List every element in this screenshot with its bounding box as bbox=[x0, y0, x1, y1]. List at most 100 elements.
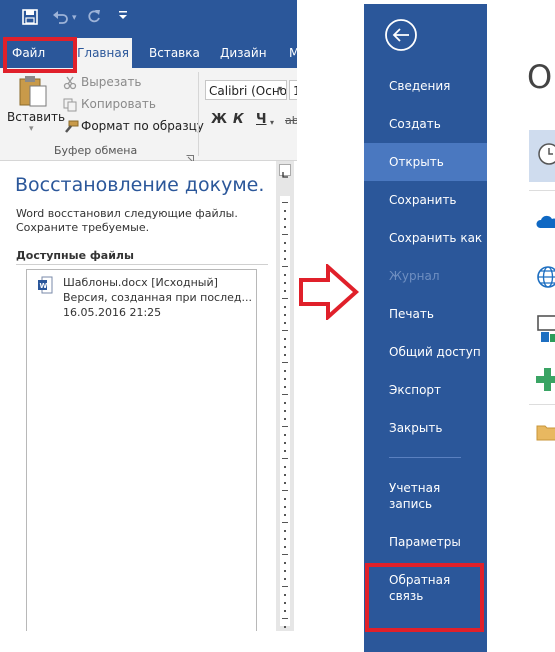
ruler-tick bbox=[282, 202, 288, 203]
ruler-tick bbox=[284, 210, 286, 212]
menu-item-label-line1: Учетная bbox=[389, 481, 441, 495]
paste-icon[interactable] bbox=[18, 74, 48, 112]
backstage-menu bbox=[364, 4, 487, 652]
menu-item-open[interactable]: Открыть bbox=[364, 143, 487, 181]
available-files-label: Доступные файлы bbox=[16, 249, 134, 262]
menu-item-history: Журнал bbox=[364, 268, 487, 288]
menu-item-export[interactable]: Экспорт bbox=[364, 382, 487, 402]
ruler-tick bbox=[282, 618, 288, 619]
ruler-tick bbox=[282, 586, 288, 587]
menu-divider bbox=[389, 457, 461, 458]
menu-item-label: Журнал bbox=[389, 269, 440, 283]
ruler-tick bbox=[284, 306, 286, 308]
word-document-icon: W bbox=[37, 276, 53, 298]
ruler-tick bbox=[284, 258, 286, 260]
tab-more[interactable]: М bbox=[289, 38, 297, 68]
ruler-tick bbox=[284, 570, 286, 572]
menu-item-close[interactable]: Закрыть bbox=[364, 420, 487, 440]
underline-dropdown-icon[interactable]: ▾ bbox=[270, 118, 274, 127]
recovered-files-list[interactable] bbox=[26, 269, 257, 631]
ruler-tick bbox=[284, 402, 286, 404]
ruler-tick bbox=[284, 290, 286, 292]
tab-design[interactable]: Дизайн bbox=[220, 38, 270, 68]
recovery-description-line2: Сохраните требуемые. bbox=[16, 221, 150, 234]
ruler-tick bbox=[284, 466, 286, 468]
ruler-tick bbox=[282, 426, 288, 427]
ruler-tick bbox=[284, 370, 286, 372]
ruler-tick bbox=[282, 490, 288, 491]
ruler-tick bbox=[284, 506, 286, 508]
ruler-tick bbox=[282, 458, 288, 459]
chevron-down-icon[interactable]: ▾ bbox=[72, 13, 77, 23]
tab-selector-icon[interactable] bbox=[279, 164, 291, 178]
bold-button[interactable]: Ж bbox=[211, 112, 227, 127]
available-files-divider bbox=[16, 264, 268, 265]
menu-item-save-as[interactable]: Сохранить как bbox=[364, 230, 487, 250]
ruler-tick bbox=[284, 274, 286, 276]
copy-button[interactable]: Копировать bbox=[81, 97, 156, 111]
format-painter-button[interactable]: Формат по образцу bbox=[81, 119, 204, 133]
menu-item-label: Экспорт bbox=[389, 383, 442, 397]
paste-dropdown-icon[interactable]: ▾ bbox=[29, 124, 34, 134]
menu-item-info[interactable]: Сведения bbox=[364, 78, 487, 98]
ruler-tick bbox=[284, 418, 286, 420]
ruler-tick bbox=[284, 546, 286, 548]
ruler-tick bbox=[284, 626, 286, 628]
ruler-tick bbox=[284, 602, 286, 604]
menu-item-print[interactable]: Печать bbox=[364, 306, 487, 326]
ruler-tick bbox=[284, 562, 286, 564]
customize-toolbar-icon[interactable] bbox=[118, 9, 128, 24]
folder-icon[interactable] bbox=[536, 422, 555, 446]
ruler-tick bbox=[284, 386, 286, 388]
menu-item-label: Создать bbox=[389, 117, 441, 131]
tab-home[interactable]: Главная bbox=[74, 38, 132, 68]
paste-button-label[interactable]: Вставить bbox=[7, 110, 65, 124]
menu-item-save[interactable]: Сохранить bbox=[364, 192, 487, 212]
redo-icon[interactable] bbox=[86, 8, 102, 28]
ruler-tick bbox=[282, 362, 288, 363]
strikethrough-button[interactable]: abc bbox=[285, 114, 297, 127]
arrow-right-icon bbox=[299, 264, 360, 320]
ruler-tick bbox=[284, 530, 286, 532]
onedrive-cloud-icon[interactable] bbox=[536, 212, 555, 234]
ruler-tick bbox=[282, 554, 288, 555]
ruler-tick bbox=[282, 298, 288, 299]
undo-icon[interactable] bbox=[52, 9, 70, 29]
back-arrow-icon[interactable] bbox=[384, 18, 418, 52]
add-place-icon[interactable] bbox=[536, 366, 555, 396]
this-pc-icon[interactable] bbox=[536, 314, 555, 348]
ruler-tick bbox=[284, 514, 286, 516]
menu-item-share[interactable]: Общий доступ bbox=[364, 344, 487, 364]
ruler-tick bbox=[284, 250, 286, 252]
menu-item-label: Общий доступ bbox=[389, 345, 481, 359]
word-window: ▾ Файл Главная Вставка Дизайн М Вставить… bbox=[0, 0, 297, 652]
tab-insert[interactable]: Вставка bbox=[149, 38, 200, 68]
italic-button[interactable]: К bbox=[233, 112, 244, 127]
font-size-select[interactable]: 1 bbox=[289, 80, 297, 100]
recovered-file-version: Версия, созданная при послед... bbox=[63, 291, 252, 304]
cut-button[interactable]: Вырезать bbox=[81, 75, 142, 89]
ruler-tick bbox=[284, 314, 286, 316]
globe-icon[interactable] bbox=[536, 264, 555, 294]
ruler-tick bbox=[284, 242, 286, 244]
recovered-file-date: 16.05.2016 21:25 bbox=[63, 306, 162, 319]
ruler-tick bbox=[284, 578, 286, 580]
menu-item-label-line1: Параметры bbox=[389, 535, 461, 549]
highlight-file-tab bbox=[3, 37, 77, 73]
ruler-tick bbox=[284, 282, 286, 284]
font-dropdown-icon[interactable]: ▾ bbox=[278, 84, 282, 93]
clock-icon bbox=[537, 142, 555, 170]
menu-item-label: Открыть bbox=[389, 155, 444, 169]
clipboard-group-label: Буфер обмена bbox=[54, 144, 138, 157]
menu-item-options[interactable]: Параметры bbox=[364, 534, 487, 554]
copy-icon bbox=[63, 97, 77, 116]
underline-button[interactable]: Ч bbox=[256, 112, 267, 127]
ruler-tick bbox=[284, 322, 286, 324]
ruler-tick bbox=[284, 410, 286, 412]
ruler-tick bbox=[282, 266, 288, 267]
menu-item-new[interactable]: Создать bbox=[364, 116, 487, 136]
font-name-select[interactable]: Calibri (Осно bbox=[205, 80, 287, 100]
recovered-file-name[interactable]: Шаблоны.docx [Исходный] bbox=[63, 276, 218, 289]
floppy-disk-icon[interactable] bbox=[22, 9, 38, 29]
menu-item-account[interactable]: Учетная запись bbox=[364, 480, 487, 516]
